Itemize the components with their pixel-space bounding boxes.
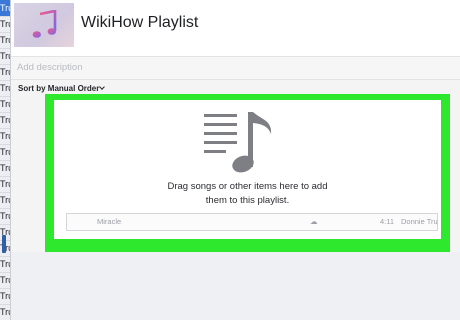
sidebar-item[interactable]: Trun xyxy=(0,304,10,320)
song-artist: Donnie Tru xyxy=(401,217,438,226)
sidebar-item[interactable]: Trun xyxy=(0,96,10,113)
music-note-icon xyxy=(32,10,57,38)
sort-dropdown[interactable]: Sort by Manual Order xyxy=(18,84,99,93)
drop-instructions: Drag songs or other items here to add th… xyxy=(54,180,441,208)
sidebar-item[interactable]: Trun xyxy=(0,144,10,161)
sidebar-item[interactable]: Trun xyxy=(0,176,10,193)
list-lines-icon xyxy=(204,112,272,173)
sidebar-item[interactable]: Trun xyxy=(0,208,10,225)
sidebar-item[interactable]: Trun xyxy=(0,0,10,17)
sidebar-item[interactable]: Trun xyxy=(0,32,10,49)
cloud-icon: ☁ xyxy=(310,217,318,226)
chevron-down-icon[interactable] xyxy=(99,84,105,90)
sidebar: Trun Trun Trun Trun Trun Trun Trun Trun … xyxy=(0,0,11,320)
sidebar-item[interactable]: Trun xyxy=(0,80,10,97)
sidebar-item[interactable]: Trun xyxy=(0,256,10,273)
sidebar-item[interactable]: Trun xyxy=(0,112,10,129)
sidebar-item[interactable]: Trun xyxy=(0,272,10,289)
playlist-artwork[interactable] xyxy=(14,3,74,47)
song-duration: 4:11 xyxy=(380,217,395,226)
song-name: Miracle xyxy=(97,217,122,226)
playlist-header: WikiHow Playlist xyxy=(11,0,460,58)
playlist-title[interactable]: WikiHow Playlist xyxy=(81,14,198,32)
sidebar-item[interactable]: Trun xyxy=(0,64,10,81)
sidebar-item[interactable]: Trun xyxy=(0,128,10,145)
drop-text-line: Drag songs or other items here to add xyxy=(167,181,328,192)
empty-area xyxy=(11,252,460,320)
dragged-song-row[interactable]: Miracle ☁ 4:11 Donnie Tru xyxy=(66,213,438,231)
sidebar-item[interactable]: Trun xyxy=(0,16,10,33)
sidebar-item[interactable]: Trun xyxy=(0,160,10,177)
drop-zone[interactable]: Drag songs or other items here to add th… xyxy=(54,100,441,239)
drop-text-line: them to this playlist. xyxy=(205,195,290,206)
sidebar-item[interactable]: Trun xyxy=(0,48,10,65)
drag-handle[interactable] xyxy=(2,235,6,253)
sidebar-item[interactable]: Trun xyxy=(0,192,10,209)
description-placeholder: Add description xyxy=(17,62,83,73)
description-field[interactable]: Add description xyxy=(11,56,460,80)
sidebar-item[interactable]: Trun xyxy=(0,288,10,305)
